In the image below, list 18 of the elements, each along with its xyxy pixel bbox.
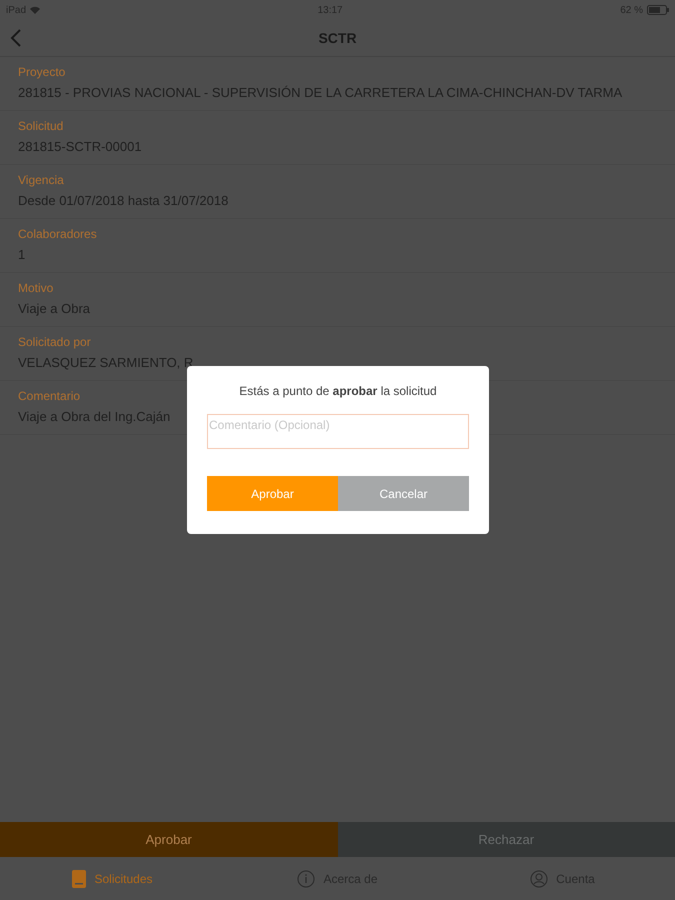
field-label: Colaboradores [18, 227, 97, 241]
approve-button[interactable]: Aprobar [207, 476, 338, 511]
tab-item[interactable]: Solicitudes [0, 857, 225, 900]
person-icon [530, 870, 548, 888]
field-label: Solicitud [18, 119, 64, 133]
document-icon [72, 870, 86, 888]
field-label: Comentario [18, 389, 80, 403]
back-icon[interactable] [10, 29, 22, 47]
field-label: Solicitado por [18, 335, 91, 349]
field-label: Vigencia [18, 173, 64, 187]
cancel-button[interactable]: Cancelar [338, 476, 469, 511]
field-label: Proyecto [18, 65, 66, 79]
battery-icon [647, 5, 669, 15]
field-label: Motivo [18, 281, 54, 295]
wifi-icon [30, 6, 40, 14]
dialog-message: Estás a punto de aprobar la solicitud [239, 384, 437, 398]
approve-button[interactable]: Aprobar [0, 822, 338, 857]
info-icon [297, 870, 316, 888]
